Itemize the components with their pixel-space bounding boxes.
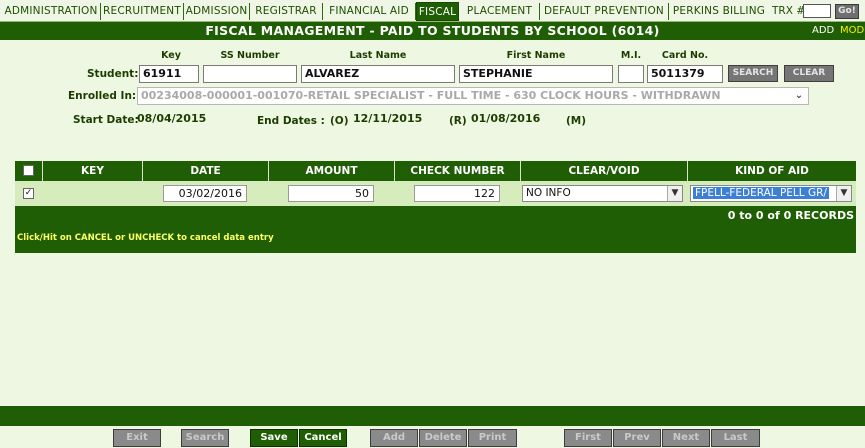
trx-input[interactable] — [803, 4, 831, 18]
amount-input[interactable]: 50 — [288, 185, 374, 202]
clear-void-select[interactable]: NO INFO ▼ — [522, 185, 683, 202]
end-date-o-label: (O) — [330, 115, 349, 127]
title-bar: FISCAL MANAGEMENT - PAID TO STUDENTS BY … — [0, 22, 865, 40]
go-button[interactable]: Go! — [835, 4, 859, 19]
chevron-down-icon: ▼ — [667, 186, 682, 201]
chevron-down-icon: ⌄ — [794, 90, 804, 101]
clear-void-value: NO INFO — [526, 187, 571, 199]
save-button[interactable]: Save — [250, 429, 298, 447]
clear-student-button[interactable]: CLEAR — [784, 65, 834, 82]
end-date-o-value: 12/11/2015 — [353, 112, 423, 125]
grid-header-amount: AMOUNT — [268, 161, 394, 181]
select-all-checkbox[interactable] — [23, 165, 34, 176]
student-label: Student: — [87, 68, 139, 80]
exit-button[interactable]: Exit — [113, 429, 161, 447]
enrolled-in-select[interactable]: 00234008-000001-001070-RETAIL SPECIALIST… — [137, 87, 809, 105]
menu-registrar[interactable]: REGISTRAR — [250, 3, 323, 20]
select-all-cell — [15, 161, 42, 181]
print-button[interactable]: Print — [468, 429, 517, 447]
start-date-value: 08/04/2015 — [137, 112, 207, 125]
start-date-label: Start Date: — [73, 114, 139, 126]
grid-header-date: DATE — [142, 161, 268, 181]
cancel-button[interactable]: Cancel — [299, 429, 347, 447]
records-count: 0 to 0 of 0 RECORDS — [727, 209, 854, 222]
bottom-bar — [0, 406, 865, 426]
grid-header-key: KEY — [42, 161, 142, 181]
grid-header: KEY DATE AMOUNT CHECK NUMBER CLEAR/VOID … — [15, 161, 856, 181]
chevron-down-icon: ▼ — [836, 186, 851, 201]
prev-button[interactable]: Prev — [613, 429, 661, 447]
ss-number-column-label: SS Number — [220, 50, 280, 61]
grid-header-kind-of-aid: KIND OF AID — [687, 161, 856, 181]
add-mode-link[interactable]: ADD — [812, 22, 834, 40]
search-student-button[interactable]: SEARCH — [728, 65, 778, 82]
add-button[interactable]: Add — [370, 429, 418, 447]
key-column-label: Key — [161, 50, 181, 61]
card-no-field[interactable]: 5011379 — [647, 65, 723, 83]
delete-button[interactable]: Delete — [419, 429, 467, 447]
kind-of-aid-value: FPELL-FEDERAL PELL GR/ — [693, 187, 829, 199]
last-name-field[interactable]: ALVAREZ — [301, 65, 455, 83]
ss-number-field[interactable] — [203, 65, 297, 83]
end-date-r-label: (R) — [449, 115, 467, 127]
table-row: ✓ 03/02/2016 50 122 NO INFO ▼ FPELL-FEDE… — [15, 181, 856, 206]
grid-header-check-number: CHECK NUMBER — [394, 161, 520, 181]
student-key-field[interactable]: 61911 — [139, 65, 199, 83]
enrolled-in-label: Enrolled In: — [68, 90, 137, 102]
mi-column-label: M.I. — [620, 50, 642, 61]
last-name-column-label: Last Name — [349, 50, 407, 61]
end-date-m-label: (M) — [566, 115, 587, 127]
menu-fiscal[interactable]: FISCAL — [416, 2, 459, 21]
cancel-hint: Click/Hit on CANCEL or UNCHECK to cancel… — [17, 233, 274, 243]
top-menu-bar: ADMINISTRATION RECRUITMENT ADMISSION REG… — [0, 0, 865, 22]
first-name-field[interactable]: STEPHANIE — [459, 65, 613, 83]
grid-footer: 0 to 0 of 0 RECORDS Click/Hit on CANCEL … — [15, 206, 856, 253]
last-button[interactable]: Last — [711, 429, 760, 447]
menu-administration[interactable]: ADMINISTRATION — [2, 3, 101, 20]
enrolled-in-value: 00234008-000001-001070-RETAIL SPECIALIST… — [141, 89, 721, 102]
menu-admission[interactable]: ADMISSION — [184, 3, 250, 20]
next-button[interactable]: Next — [662, 429, 710, 447]
mi-field[interactable] — [618, 65, 644, 83]
grid-header-clear-void: CLEAR/VOID — [520, 161, 687, 181]
search-button[interactable]: Search — [181, 429, 229, 447]
first-button[interactable]: First — [564, 429, 612, 447]
menu-financial-aid[interactable]: FINANCIAL AID — [323, 3, 416, 20]
end-dates-label: End Dates : — [257, 115, 325, 127]
mod-mode-link[interactable]: MOD — [840, 22, 864, 40]
end-date-r-value: 01/08/2016 — [471, 112, 541, 125]
page-title: FISCAL MANAGEMENT - PAID TO STUDENTS BY … — [205, 23, 660, 38]
row-checkbox[interactable]: ✓ — [23, 188, 34, 199]
menu-default-prevention[interactable]: DEFAULT PREVENTION — [540, 3, 669, 20]
menu-recruitment[interactable]: RECRUITMENT — [101, 3, 184, 20]
menu-perkins-billing[interactable]: PERKINS BILLING — [669, 3, 769, 20]
kind-of-aid-select[interactable]: FPELL-FEDERAL PELL GR/ ▼ — [690, 185, 852, 202]
card-no-column-label: Card No. — [661, 50, 709, 61]
menu-placement[interactable]: PLACEMENT — [460, 3, 540, 20]
date-input[interactable]: 03/02/2016 — [163, 185, 247, 202]
first-name-column-label: First Name — [506, 50, 566, 61]
check-number-input[interactable]: 122 — [414, 185, 500, 202]
